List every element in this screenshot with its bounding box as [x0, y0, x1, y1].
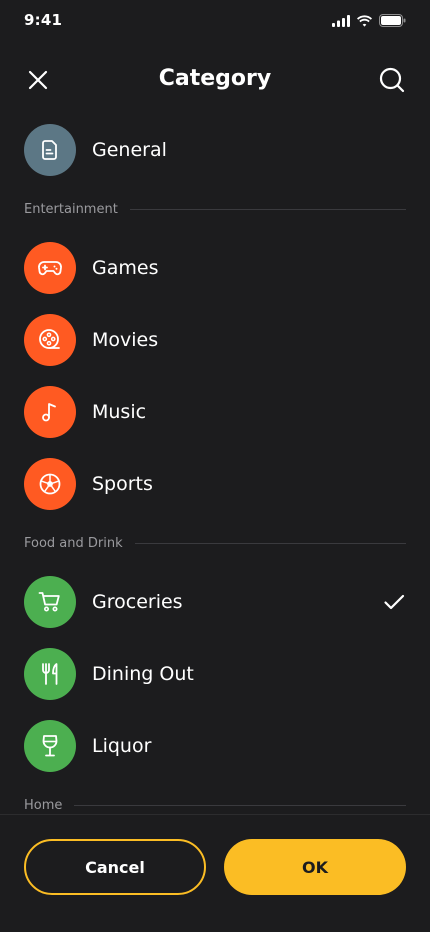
category-list[interactable]: General Entertainment Games Movies Music… [0, 114, 430, 814]
section-header-food-and-drink: Food and Drink [0, 520, 430, 566]
category-item-general[interactable]: General [0, 114, 430, 186]
category-label: Music [92, 401, 147, 423]
category-item-music[interactable]: Music [0, 376, 430, 448]
category-icon-circle [24, 314, 76, 366]
category-label: Sports [92, 473, 153, 495]
category-label: General [92, 139, 167, 161]
cellular-signal-icon [332, 14, 350, 27]
category-label: Dining Out [92, 663, 194, 685]
film-reel-icon [39, 329, 60, 349]
search-button[interactable] [376, 64, 408, 96]
status-time: 9:41 [24, 11, 63, 29]
fork-knife-icon [42, 663, 58, 685]
category-icon-circle [24, 458, 76, 510]
wine-glass-icon [42, 735, 58, 757]
section-header-home: Home [0, 782, 430, 814]
section-title: Food and Drink [24, 535, 123, 551]
document-icon [42, 140, 57, 160]
section-divider [134, 542, 406, 544]
category-icon-circle [24, 648, 76, 700]
section-header-entertainment: Entertainment [0, 186, 430, 232]
header: Category [0, 52, 430, 108]
check-icon [384, 594, 405, 610]
soccer-ball-icon [39, 473, 61, 495]
section-divider [74, 804, 406, 806]
category-icon-circle [24, 576, 76, 628]
category-item-games[interactable]: Games [0, 232, 430, 304]
category-item-dining-out[interactable]: Dining Out [0, 638, 430, 710]
category-icon-circle [24, 386, 76, 438]
music-note-icon [42, 403, 56, 422]
status-icons [332, 14, 406, 27]
section-divider [129, 208, 406, 210]
gamepad-icon [38, 261, 62, 276]
category-item-liquor[interactable]: Liquor [0, 710, 430, 782]
ok-button[interactable]: OK [224, 839, 406, 895]
category-item-sports[interactable]: Sports [0, 448, 430, 520]
category-label: Movies [92, 329, 159, 351]
battery-icon [379, 14, 406, 27]
status-bar: 9:41 [0, 0, 430, 44]
category-label: Liquor [92, 735, 152, 757]
category-item-movies[interactable]: Movies [0, 304, 430, 376]
category-label: Games [92, 257, 159, 279]
footer: Cancel OK [0, 814, 430, 932]
wifi-icon [357, 14, 372, 27]
search-icon [379, 67, 405, 93]
page-title: Category [158, 66, 272, 91]
category-icon-circle [24, 720, 76, 772]
cancel-button[interactable]: Cancel [24, 839, 206, 895]
section-title: Entertainment [24, 201, 118, 217]
category-icon-circle [24, 124, 76, 176]
shopping-cart-icon [38, 592, 60, 612]
section-title: Home [24, 797, 63, 813]
category-item-groceries[interactable]: Groceries [0, 566, 430, 638]
category-icon-circle [24, 242, 76, 294]
category-label: Groceries [92, 591, 183, 613]
